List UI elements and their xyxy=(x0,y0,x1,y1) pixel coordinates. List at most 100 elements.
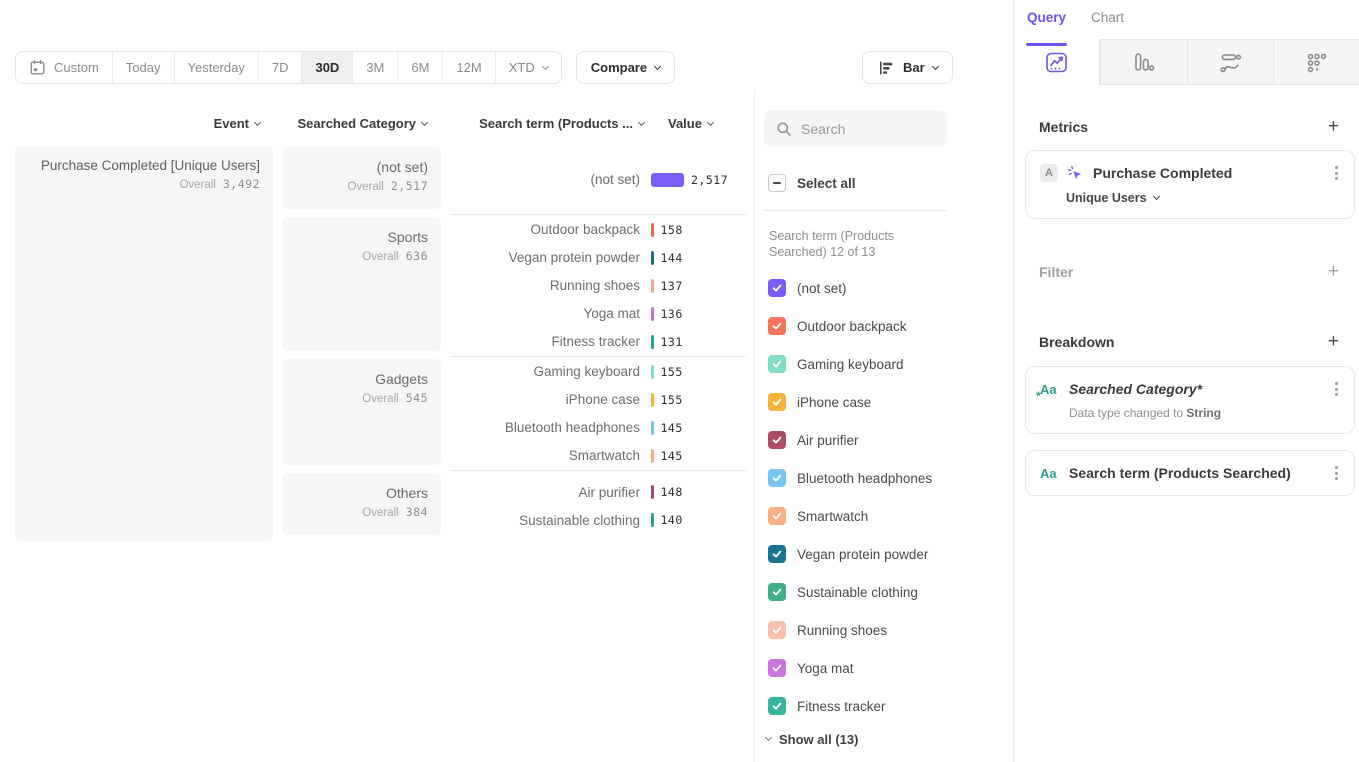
column-header-value[interactable]: Value xyxy=(648,116,713,131)
category-cell[interactable]: Gadgets Overall545 xyxy=(282,359,441,465)
breakdown-menu-button[interactable] xyxy=(1333,464,1340,482)
legend-item[interactable]: (not set) xyxy=(768,269,932,307)
compare-button[interactable]: Compare xyxy=(576,51,675,84)
value-bar[interactable] xyxy=(651,173,684,187)
value-bar[interactable] xyxy=(651,279,654,293)
search-input[interactable] xyxy=(801,121,935,137)
legend-item[interactable]: Yoga mat xyxy=(768,649,932,687)
tab-funnels[interactable] xyxy=(1100,39,1186,85)
date-range-7d[interactable]: 7D xyxy=(259,52,303,83)
value-bar[interactable] xyxy=(651,223,654,237)
tab-retention[interactable] xyxy=(1273,39,1359,85)
legend-search[interactable] xyxy=(764,110,947,147)
table-row[interactable]: Gaming keyboard 155 xyxy=(450,358,746,386)
table-row[interactable]: iPhone case 155 xyxy=(450,386,746,414)
tab-flows[interactable] xyxy=(1187,39,1273,85)
column-header-search-term[interactable]: Search term (Products ... xyxy=(441,116,648,131)
table-row[interactable]: Vegan protein powder 144 xyxy=(450,244,746,272)
tab-query[interactable]: Query xyxy=(1027,10,1066,39)
metric-card[interactable]: A Purchase Completed Unique Users xyxy=(1025,150,1355,219)
value-bar[interactable] xyxy=(651,251,654,265)
category-cell[interactable]: Others Overall384 xyxy=(282,473,441,535)
value-bar[interactable] xyxy=(651,421,654,435)
flows-icon xyxy=(1219,51,1242,74)
legend-item[interactable]: Fitness tracker xyxy=(768,687,932,725)
date-range-toolbar: Custom Today Yesterday 7D 30D 3M 6M 12M … xyxy=(15,51,675,84)
show-all-link[interactable]: Show all (13) xyxy=(766,732,858,747)
legend-checkbox[interactable] xyxy=(768,469,786,487)
legend-item-label: Gaming keyboard xyxy=(797,357,904,372)
tab-chart[interactable]: Chart xyxy=(1091,10,1124,39)
legend-checkbox[interactable] xyxy=(768,583,786,601)
date-range-6m[interactable]: 6M xyxy=(398,52,443,83)
table-row[interactable]: Smartwatch 145 xyxy=(450,442,746,470)
legend-checkbox[interactable] xyxy=(768,279,786,297)
table-row[interactable]: Sustainable clothing 140 xyxy=(450,506,746,534)
legend-checkbox[interactable] xyxy=(768,393,786,411)
legend-item[interactable]: Running shoes xyxy=(768,611,932,649)
column-header-event[interactable]: Event xyxy=(0,116,273,131)
add-filter-button[interactable]: + xyxy=(1328,265,1339,279)
value-bar[interactable] xyxy=(651,393,654,407)
legend-item[interactable]: Smartwatch xyxy=(768,497,932,535)
add-breakdown-button[interactable]: + xyxy=(1328,335,1339,349)
date-range-yesterday[interactable]: Yesterday xyxy=(175,52,259,83)
breakdown-menu-button[interactable] xyxy=(1333,380,1340,398)
value-bar[interactable] xyxy=(651,513,654,527)
legend-item[interactable]: Outdoor backpack xyxy=(768,307,932,345)
category-overall: Overall636 xyxy=(295,249,428,263)
legend-item[interactable]: Vegan protein powder xyxy=(768,535,932,573)
event-name: Purchase Completed [Unique Users] xyxy=(28,158,260,173)
breakdown-card-searched-category[interactable]: Aa* Searched Category* Data type changed… xyxy=(1025,366,1355,434)
date-range-3m[interactable]: 3M xyxy=(353,52,398,83)
value-bar[interactable] xyxy=(651,365,654,379)
term-rows: Outdoor backpack 158 Vegan protein powde… xyxy=(450,215,746,357)
legend-checkbox[interactable] xyxy=(768,545,786,563)
legend-item[interactable]: Bluetooth headphones xyxy=(768,459,932,497)
value-bar[interactable] xyxy=(651,449,654,463)
legend-item[interactable]: iPhone case xyxy=(768,383,932,421)
category-cell[interactable]: (not set) Overall2,517 xyxy=(282,147,441,209)
select-all-checkbox[interactable] xyxy=(768,174,786,192)
legend-item[interactable]: Air purifier xyxy=(768,421,932,459)
value-bar[interactable] xyxy=(651,307,654,321)
table-group: Gadgets Overall545 Gaming keyboard 155 xyxy=(282,357,746,471)
legend-checkbox[interactable] xyxy=(768,621,786,639)
value-cell: 137 xyxy=(651,279,683,293)
select-all-row[interactable]: Select all xyxy=(768,174,856,192)
term-rows: Gaming keyboard 155 iPhone case 155 xyxy=(450,357,746,471)
legend-checkbox[interactable] xyxy=(768,697,786,715)
legend-checkbox[interactable] xyxy=(768,355,786,373)
category-cell[interactable]: Sports Overall636 xyxy=(282,217,441,351)
table-row[interactable]: Running shoes 137 xyxy=(450,272,746,300)
date-range-custom[interactable]: Custom xyxy=(16,52,113,83)
legend-checkbox[interactable] xyxy=(768,507,786,525)
value-bar[interactable] xyxy=(651,485,654,499)
table-row[interactable]: Outdoor backpack 158 xyxy=(450,216,746,244)
legend-checkbox[interactable] xyxy=(768,659,786,677)
legend-item[interactable]: Sustainable clothing xyxy=(768,573,932,611)
table-row[interactable]: Yoga mat 136 xyxy=(450,300,746,328)
legend-item-label: Air purifier xyxy=(797,433,859,448)
value-cell: 140 xyxy=(651,513,683,527)
table-row[interactable]: Bluetooth headphones 145 xyxy=(450,414,746,442)
date-range-today[interactable]: Today xyxy=(113,52,175,83)
event-cell[interactable]: Purchase Completed [Unique Users] Overal… xyxy=(15,146,273,541)
date-range-30d[interactable]: 30D xyxy=(302,52,353,83)
table-row[interactable]: (not set) 2,517 xyxy=(450,166,746,194)
legend-item[interactable]: Gaming keyboard xyxy=(768,345,932,383)
column-header-searched-category[interactable]: Searched Category xyxy=(273,116,441,131)
value-bar[interactable] xyxy=(651,335,654,349)
breakdown-card-search-term[interactable]: Aa Search term (Products Searched) xyxy=(1025,450,1355,496)
add-metric-button[interactable]: + xyxy=(1328,120,1339,134)
legend-checkbox[interactable] xyxy=(768,317,786,335)
date-range-12m[interactable]: 12M xyxy=(443,52,495,83)
table-row[interactable]: Air purifier 148 xyxy=(450,478,746,506)
date-range-xtd[interactable]: XTD xyxy=(496,52,561,83)
metric-menu-button[interactable] xyxy=(1333,164,1340,182)
table-row[interactable]: Fitness tracker 131 xyxy=(450,328,746,356)
legend-checkbox[interactable] xyxy=(768,431,786,449)
metrics-header: Metrics + xyxy=(1039,119,1339,135)
category-name: Sports xyxy=(295,229,428,245)
metric-aggregation[interactable]: Unique Users xyxy=(1066,191,1340,205)
